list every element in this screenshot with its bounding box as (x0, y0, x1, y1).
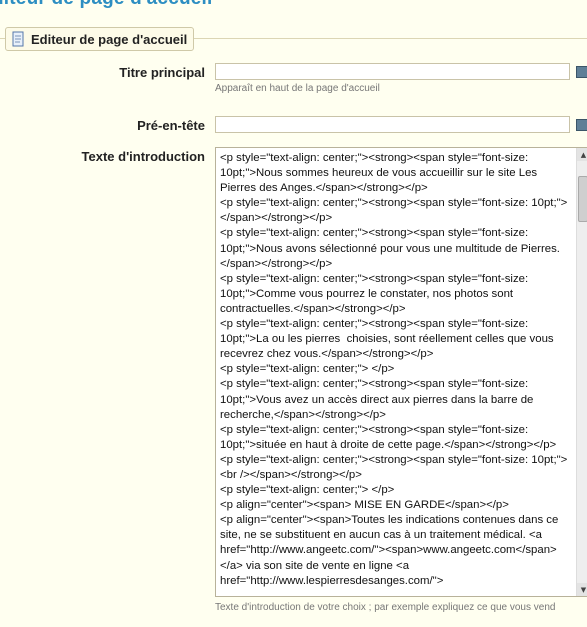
page-heading: diteur de page d'accueil (0, 0, 213, 10)
textarea-scrollbar[interactable]: ▲ ▼ (576, 148, 587, 596)
preheader-input[interactable] (215, 116, 570, 133)
section-legend: Editeur de page d'accueil (5, 27, 195, 51)
scroll-up-icon[interactable]: ▲ (577, 148, 587, 161)
intro-textarea[interactable]: <p style="text-align: center;"><strong><… (215, 147, 587, 597)
preheader-label: Pré-en-tête (137, 118, 205, 133)
scroll-thumb[interactable] (578, 176, 587, 222)
intro-label: Texte d'introduction (81, 149, 205, 164)
scroll-down-icon[interactable]: ▼ (577, 583, 587, 596)
document-icon (12, 31, 24, 47)
title-hint: Apparaît en haut de la page d'accueil (215, 83, 380, 94)
intro-textarea-content[interactable]: <p style="text-align: center;"><strong><… (220, 151, 572, 589)
title-label: Titre principal (119, 65, 205, 80)
section-legend-label: Editeur de page d'accueil (31, 31, 188, 47)
intro-hint: Texte d'introduction de votre choix ; pa… (215, 602, 556, 613)
language-flag-icon[interactable] (576, 119, 587, 131)
language-flag-icon[interactable] (576, 66, 587, 78)
title-input[interactable] (215, 63, 570, 80)
